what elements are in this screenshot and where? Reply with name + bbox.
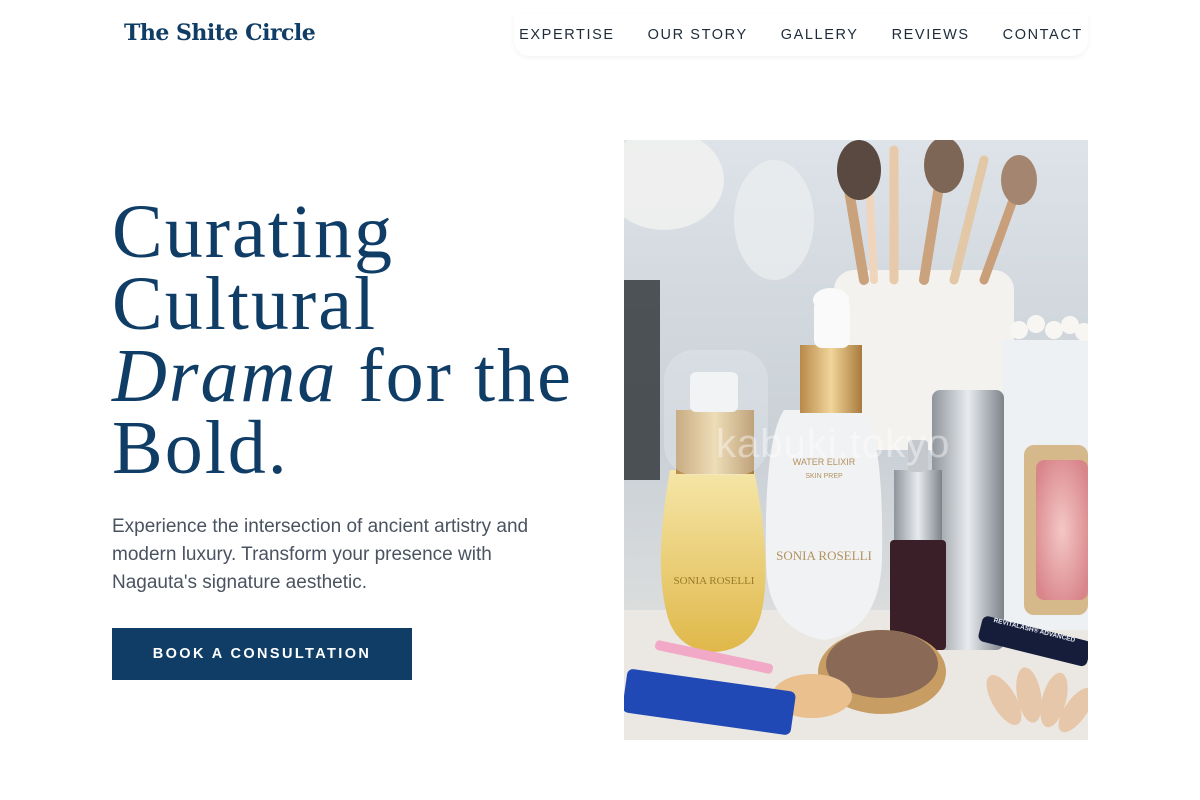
- left-bottle-label: SONIA ROSELLI: [674, 575, 755, 587]
- book-consultation-button[interactable]: BOOK A CONSULTATION: [112, 628, 412, 680]
- center-bottle-line2: SKIN PREP: [805, 473, 843, 480]
- hero-image: SONIA ROSELLI WATER ELIXIR SKIN PREP SON…: [624, 140, 1088, 740]
- site-logo[interactable]: The Shite Circle: [124, 20, 316, 46]
- nav-link-gallery[interactable]: GALLERY: [781, 27, 859, 43]
- image-watermark: kabuki.tokyo: [716, 422, 951, 466]
- nav-link-expertise[interactable]: EXPERTISE: [519, 27, 615, 43]
- headline-line-4: Bold.: [112, 406, 289, 490]
- headline-line-3: for the: [337, 334, 573, 418]
- nav-link-our-story[interactable]: OUR STORY: [648, 27, 748, 43]
- hero-headline: Curating Cultural Drama for the Bold.: [112, 194, 592, 486]
- nav-link-reviews[interactable]: REVIEWS: [892, 27, 970, 43]
- main-nav: EXPERTISE OUR STORY GALLERY REVIEWS CONT…: [514, 14, 1088, 56]
- nav-link-contact[interactable]: CONTACT: [1003, 27, 1083, 43]
- hero-description: Experience the intersection of ancient a…: [112, 516, 529, 593]
- center-bottle-brand: SONIA ROSELLI: [776, 548, 872, 563]
